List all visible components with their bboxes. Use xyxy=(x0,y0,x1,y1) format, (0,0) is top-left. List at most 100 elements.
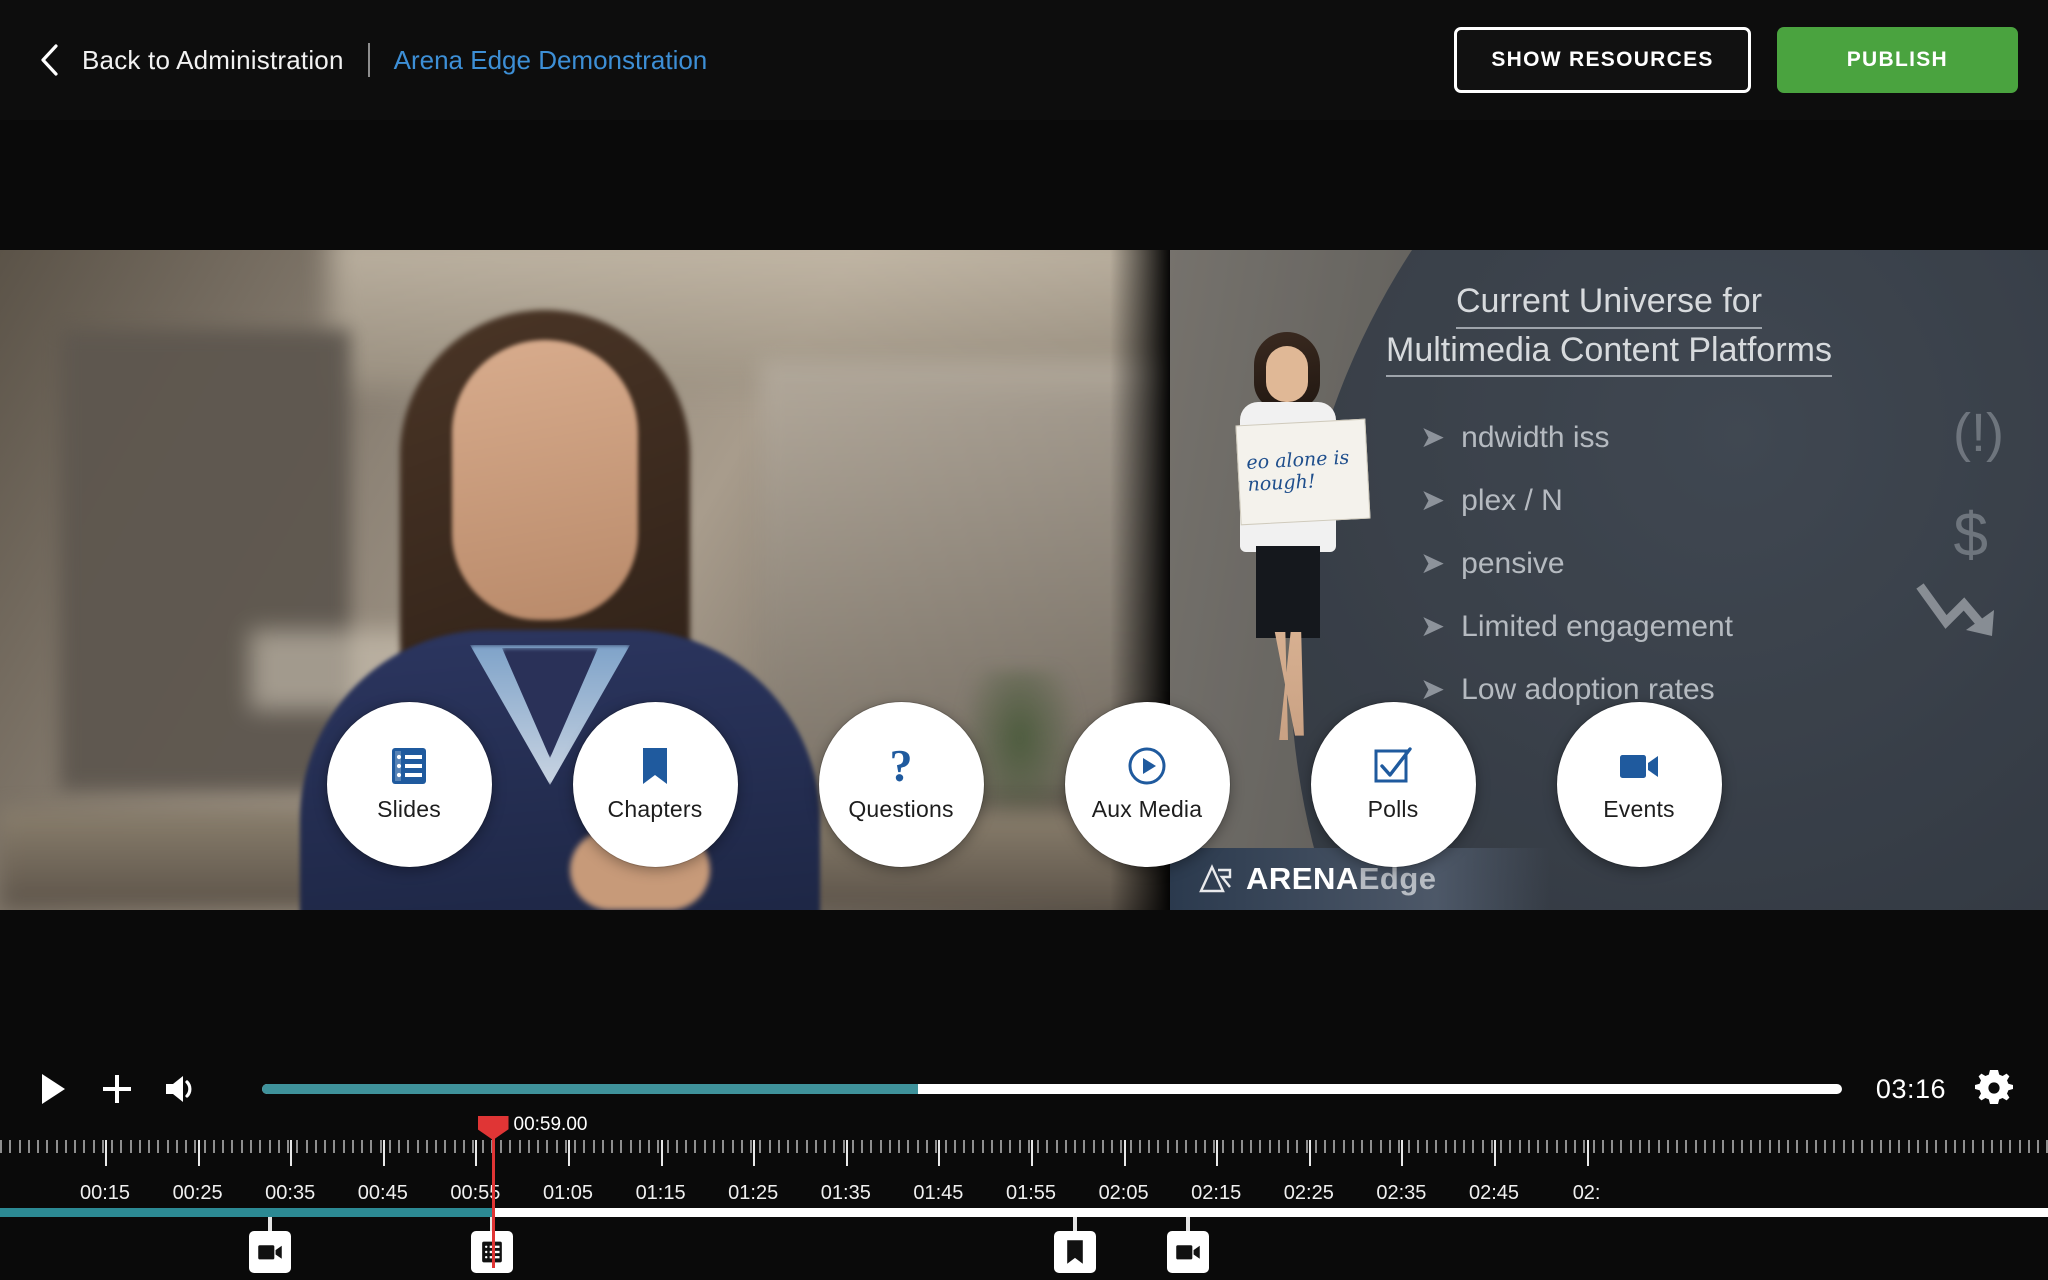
overlay-button-events[interactable]: Events xyxy=(1556,702,1722,867)
timeline-tick-minor xyxy=(796,1140,798,1153)
document-title-link[interactable]: Arena Edge Demonstration xyxy=(394,45,708,76)
gear-icon[interactable] xyxy=(1972,1066,2018,1112)
video-camera-icon xyxy=(1618,746,1660,786)
timeline-tick-major xyxy=(1308,1140,1311,1166)
timeline-tick-minor xyxy=(1500,1140,1502,1153)
timeline-playhead[interactable]: 00:59.00 xyxy=(477,1114,587,1268)
timeline-tick-minor xyxy=(1028,1140,1030,1153)
timeline-tick-minor xyxy=(1667,1140,1669,1153)
timeline-tick-minor xyxy=(250,1140,252,1153)
overlay-button-label: Events xyxy=(1603,796,1675,822)
timeline-marker-bookmark[interactable] xyxy=(1054,1217,1097,1273)
playback-progress-bar[interactable] xyxy=(262,1084,1842,1094)
bookmark-icon[interactable] xyxy=(1054,1231,1097,1273)
timeline-tick-minor xyxy=(1639,1140,1641,1153)
timeline-tick-minor xyxy=(1620,1140,1622,1153)
bullet-caret-icon: ➤ xyxy=(1420,421,1446,454)
overlay-button-label: Aux Media xyxy=(1091,796,1203,822)
timeline-tick-minor xyxy=(398,1140,400,1153)
timeline-tick-major xyxy=(938,1140,941,1166)
timeline-tick-minor xyxy=(880,1140,882,1153)
timeline-tick-minor xyxy=(954,1140,956,1153)
timeline-tick-minor xyxy=(732,1140,734,1153)
overlay-button-slides[interactable]: Slides xyxy=(326,702,492,867)
timeline-tick-minor xyxy=(1861,1140,1863,1153)
timeline-tick-minor xyxy=(500,1140,502,1153)
timeline-tick-minor xyxy=(1945,1140,1947,1153)
timeline-track-fill xyxy=(0,1208,492,1217)
timeline-tick-minor xyxy=(926,1140,928,1153)
timeline-tick-minor xyxy=(685,1140,687,1153)
timeline-tick-minor xyxy=(574,1140,576,1153)
timeline-tick-major xyxy=(1031,1140,1033,1166)
timeline-tick-minor xyxy=(157,1140,159,1153)
overlay-button-polls[interactable]: Polls xyxy=(1310,702,1476,867)
timeline-tick-minor xyxy=(1454,1140,1456,1153)
marker-stem xyxy=(1185,1217,1190,1231)
publish-button[interactable]: PUBLISH xyxy=(1776,27,2018,93)
slide-title-line-2: Multimedia Content Platforms xyxy=(1386,329,1832,378)
playhead-handle-icon[interactable] xyxy=(477,1116,509,1140)
timeline-tick-minor xyxy=(102,1140,104,1153)
timeline-tick-minor xyxy=(2009,1140,2011,1153)
timeline-tick-minor xyxy=(1611,1140,1613,1153)
timeline-tick-minor xyxy=(130,1140,132,1153)
timeline-tick-label: 01:55 xyxy=(1005,1182,1057,1204)
plus-icon[interactable] xyxy=(94,1066,140,1112)
timeline-tick-minor xyxy=(1130,1140,1132,1153)
timeline-tick-minor xyxy=(269,1140,271,1153)
player-stage: eo alone is nough! Current Universe for … xyxy=(0,250,2048,910)
timeline-tick-minor xyxy=(389,1140,391,1153)
timeline-tick-minor xyxy=(741,1140,743,1153)
timeline-ruler[interactable]: 00:15 00:25 00:35 00:45 00:55 01:05 01:15 01:25… xyxy=(0,1140,2048,1204)
overlay-button-questions[interactable]: ? Questions xyxy=(818,702,984,867)
timeline-tick-minor xyxy=(417,1140,419,1153)
overlay-button-aux-media[interactable]: Aux Media xyxy=(1064,702,1230,867)
timeline[interactable]: 00:15 00:25 00:35 00:45 00:55 01:05 01:15 01:25… xyxy=(0,1114,2048,1280)
timeline-tick-minor xyxy=(1713,1140,1715,1153)
timeline-tick-minor xyxy=(1750,1140,1752,1153)
back-chevron-icon[interactable] xyxy=(34,44,64,76)
timeline-tick-minor xyxy=(1352,1140,1354,1153)
timeline-track[interactable] xyxy=(0,1208,2048,1217)
timeline-tick-minor xyxy=(1232,1140,1234,1153)
slide-title: Current Universe for Multimedia Content … xyxy=(1170,280,2048,378)
timeline-tick-major xyxy=(1216,1140,1219,1166)
timeline-tick-minor xyxy=(1759,1140,1761,1153)
play-icon[interactable] xyxy=(30,1066,76,1112)
overlay-button-chapters[interactable]: Chapters xyxy=(572,702,738,867)
video-camera-icon[interactable] xyxy=(249,1231,292,1273)
timeline-tick-major xyxy=(1401,1140,1404,1166)
timeline-tick-minor xyxy=(982,1140,984,1153)
bullet-caret-icon: ➤ xyxy=(1420,673,1446,706)
timeline-tick-minor xyxy=(1389,1140,1391,1153)
timeline-tick-minor xyxy=(65,1140,67,1153)
timeline-tick-minor xyxy=(657,1140,659,1153)
arena-logo-text: ARENAEdge xyxy=(1246,861,1437,897)
timeline-tick-minor xyxy=(824,1140,826,1153)
timeline-tick-minor xyxy=(1556,1140,1558,1153)
timeline-tick-minor xyxy=(963,1140,965,1153)
timeline-tick-minor xyxy=(583,1140,585,1153)
timeline-tick-minor xyxy=(1815,1140,1817,1153)
timeline-tick-minor xyxy=(306,1140,308,1153)
timeline-tick-minor xyxy=(1269,1140,1271,1153)
video-background-wall xyxy=(60,330,350,790)
timeline-tick-minor xyxy=(148,1140,150,1153)
timeline-tick-minor xyxy=(945,1140,947,1153)
timeline-marker-video-camera[interactable] xyxy=(1166,1217,1209,1273)
timeline-tick-major xyxy=(197,1140,200,1166)
timeline-tick-minor xyxy=(1278,1140,1280,1153)
video-camera-icon[interactable] xyxy=(1166,1231,1209,1273)
timeline-tick-minor xyxy=(1111,1140,1113,1153)
back-to-administration-link[interactable]: Back to Administration xyxy=(82,45,344,76)
timeline-tick-minor xyxy=(1796,1140,1798,1153)
play-circle-icon xyxy=(1127,746,1167,786)
timeline-marker-video-camera[interactable] xyxy=(249,1217,292,1273)
volume-icon[interactable] xyxy=(158,1066,204,1112)
timeline-tick-minor xyxy=(565,1140,567,1153)
slide-bullet: ➤ plex / N xyxy=(1420,484,1563,517)
timeline-tick-minor xyxy=(1491,1140,1493,1153)
timeline-tick-minor xyxy=(194,1140,196,1153)
show-resources-button[interactable]: SHOW RESOURCES xyxy=(1454,27,1751,93)
